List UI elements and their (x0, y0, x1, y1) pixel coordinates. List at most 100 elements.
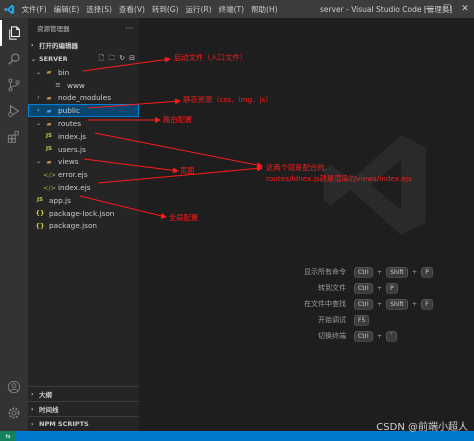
chevron-right-icon: › (37, 107, 40, 115)
tree-item-label: public (58, 106, 80, 116)
key-cap: P (386, 282, 398, 294)
json-icon: {} (35, 209, 45, 218)
key-cap: Shift (386, 298, 408, 310)
folder-public-icon: ▰ (46, 106, 52, 115)
menu-terminal[interactable]: 终端(T) (215, 4, 247, 15)
menu-go[interactable]: 转到(G) (148, 4, 182, 15)
tree-item-label: node_modules (58, 93, 112, 103)
more-actions-icon[interactable]: ··· (125, 24, 133, 33)
annotation-note-line2: routes/ldnex.js就是渲染的views/index.ejs (266, 174, 412, 183)
folder-routes-icon: ▰ (46, 119, 52, 128)
tree-item-index-ejs[interactable]: </> index.ejs (28, 181, 139, 194)
js-icon: JS (45, 146, 52, 153)
tree-item-label: users.js (58, 144, 86, 154)
ejs-icon: </> (43, 170, 57, 179)
key-cap: F5 (354, 314, 370, 326)
remote-indicator-icon[interactable]: ⇆ (0, 431, 16, 441)
shortcut-label: 转到文件 (318, 284, 346, 292)
chevron-right-icon: › (31, 390, 34, 398)
chevron-right-icon: › (31, 420, 34, 428)
key-cap: Ctrl (354, 298, 373, 310)
editor-area (139, 18, 474, 431)
collapse-all-icon[interactable]: ⊟ (129, 54, 135, 65)
tree-item-views[interactable]: ⌄ ▰ views (28, 156, 139, 169)
tree-item-node-modules[interactable]: › ▰ node_modules (28, 92, 139, 105)
folder-views-icon: ▰ (46, 157, 52, 166)
npm-scripts-section[interactable]: › NPM SCRIPTS (28, 416, 139, 431)
tree-item-bin[interactable]: ⌄ ▰ bin (28, 66, 139, 79)
menu-edit[interactable]: 编辑(E) (50, 4, 83, 15)
shortcut-label: 开始调试 (318, 316, 346, 324)
chevron-down-icon: ⌄ (31, 55, 37, 63)
tree-item-package-json[interactable]: {} package.json (28, 220, 139, 233)
account-icon[interactable] (0, 374, 28, 400)
tree-item-error-ejs[interactable]: </> error.ejs (28, 168, 139, 181)
new-file-icon[interactable]: 🗋 (99, 54, 105, 65)
shortcut-row: 在文件中查找 Ctrl + Shift + F (290, 296, 433, 312)
refresh-icon[interactable]: ↻ (119, 54, 125, 65)
annotation-views: 页面 (180, 166, 195, 175)
file-icon: ≡ (55, 81, 61, 90)
run-debug-icon[interactable] (0, 98, 28, 124)
json-icon: {} (35, 221, 45, 230)
tree-item-routes[interactable]: ⌄ ▰ routes (28, 117, 139, 130)
explorer-sidebar: 资源管理器 ··· › 打开的编辑器 ⌄ SERVER 🗋 🗀 ↻ ⊟ ⌄ ▰ … (28, 18, 139, 431)
folder-bin-icon: ▰ (46, 68, 52, 77)
annotation-bin: 启动文件（入口文件） (174, 53, 247, 62)
vscode-logo-icon (0, 0, 18, 18)
explorer-title: 资源管理器 (37, 25, 70, 33)
outline-section[interactable]: › 大纲 (28, 386, 139, 401)
chevron-right-icon: › (37, 94, 40, 102)
minimize-icon[interactable]: — (420, 0, 438, 18)
open-editors-section[interactable]: › 打开的编辑器 (28, 38, 139, 52)
maximize-icon[interactable]: ☐ (438, 0, 456, 18)
tree-item-label: www (67, 80, 85, 90)
tree-item-users-js[interactable]: JS users.js (28, 143, 139, 156)
shortcut-row: 切换终端 Ctrl + ` (290, 328, 433, 344)
key-cap: ` (386, 330, 398, 342)
source-control-icon[interactable] (0, 72, 28, 98)
tree-item-label: index.ejs (58, 183, 91, 193)
tree-item-package-lock-json[interactable]: {} package-lock.json (28, 207, 139, 220)
search-icon[interactable] (0, 46, 28, 72)
key-cap: P (421, 266, 433, 278)
menu-view[interactable]: 查看(V) (115, 4, 148, 15)
vscode-watermark-icon (316, 125, 436, 249)
menu-help[interactable]: 帮助(H) (248, 4, 282, 15)
tree-item-app-js[interactable]: JS app.js (28, 194, 139, 207)
tree-item-routes-index-js[interactable]: JS index.js (28, 130, 139, 143)
folder-server-section[interactable]: ⌄ SERVER 🗋 🗀 ↻ ⊟ (28, 52, 139, 66)
shortcut-label: 在文件中查找 (304, 300, 346, 308)
manage-gear-icon[interactable] (0, 400, 28, 426)
new-folder-icon[interactable]: 🗀 (108, 54, 115, 65)
extensions-icon[interactable] (0, 124, 28, 150)
annotation-routes: 路由配置 (163, 115, 193, 124)
annotation-app: 全局配置 (169, 213, 199, 222)
menu-run[interactable]: 运行(R) (182, 4, 215, 15)
tree-item-www[interactable]: ≡ www (28, 79, 139, 92)
tree-item-label: error.ejs (58, 170, 88, 180)
npm-scripts-label: NPM SCRIPTS (39, 420, 89, 428)
folder-icon: ▰ (46, 93, 52, 102)
ejs-icon: </> (43, 183, 57, 192)
menu-file[interactable]: 文件(F) (18, 4, 50, 15)
tree-item-label: views (58, 157, 79, 167)
tree-item-public[interactable]: › ▰ public (28, 104, 139, 118)
activity-bar (0, 18, 28, 431)
title-bar: 文件(F) 编辑(E) 选择(S) 查看(V) 转到(G) 运行(R) 终端(T… (0, 0, 474, 18)
csdn-watermark: CSDN @前端小超人 (376, 422, 468, 433)
chevron-right-icon: › (31, 41, 34, 49)
timeline-label: 时间线 (39, 406, 59, 414)
key-cap: Ctrl (354, 282, 373, 294)
outline-label: 大纲 (39, 391, 52, 399)
timeline-section[interactable]: › 时间线 (28, 401, 139, 416)
explorer-icon[interactable] (0, 20, 28, 46)
tree-item-label: index.js (58, 131, 87, 141)
menu-selection[interactable]: 选择(S) (83, 4, 116, 15)
js-icon: JS (36, 197, 43, 204)
annotation-note-line1: 这两个就是配合的, (266, 163, 327, 172)
close-icon[interactable]: ✕ (456, 0, 474, 18)
tree-item-label: package-lock.json (49, 208, 115, 218)
tree-item-label: package.json (49, 221, 98, 231)
key-cap: Ctrl (354, 330, 373, 342)
